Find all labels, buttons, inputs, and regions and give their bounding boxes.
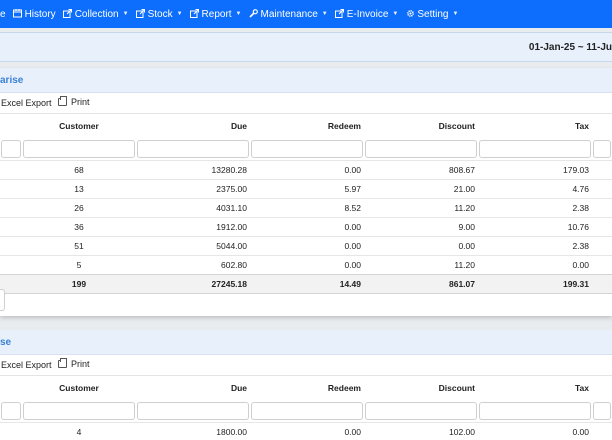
top-navbar: e History Collection ▼ Stock ▼ Report ▼ … bbox=[0, 0, 612, 28]
nav-label: E-Invoice bbox=[346, 8, 389, 20]
history-icon bbox=[13, 8, 23, 20]
caret-down-icon: ▼ bbox=[176, 11, 183, 17]
filter-redeem-input[interactable] bbox=[251, 401, 363, 420]
filter-due-input[interactable] bbox=[137, 401, 249, 420]
filter-input[interactable] bbox=[593, 401, 611, 420]
col-tax[interactable]: Tax bbox=[478, 114, 592, 138]
table-header-row: Customer Due Redeem Discount Tax bbox=[0, 114, 612, 138]
filter-row bbox=[0, 138, 612, 160]
print-label: Print bbox=[71, 359, 90, 369]
print-label: Print bbox=[71, 97, 90, 107]
caret-down-icon: ▼ bbox=[235, 11, 242, 17]
nav-label: Collection bbox=[74, 8, 119, 20]
table-row[interactable]: 36 1912.00 0.00 9.00 10.76 bbox=[0, 216, 612, 236]
filter-tax-input[interactable] bbox=[479, 401, 591, 420]
filter-due-input[interactable] bbox=[137, 139, 249, 158]
nav-label: Stock bbox=[147, 8, 173, 20]
col-discount[interactable]: Discount bbox=[364, 376, 478, 400]
table-row[interactable]: 68 13280.28 0.00 808.67 179.03 bbox=[0, 159, 612, 179]
nav-item-report[interactable]: Report ▼ bbox=[190, 8, 242, 20]
summary-panel: arise Excel Export Print Customer Due Re… bbox=[0, 68, 612, 316]
nav-item-maintenance[interactable]: Maintenance ▼ bbox=[249, 9, 328, 20]
filter-input[interactable] bbox=[1, 139, 21, 158]
filter-input[interactable] bbox=[593, 139, 611, 158]
external-link-icon bbox=[335, 8, 345, 20]
printer-icon bbox=[58, 358, 67, 368]
panel-header: se bbox=[0, 330, 612, 355]
table-toolbar: Excel Export Print bbox=[0, 355, 612, 376]
nav-label: History bbox=[24, 8, 56, 20]
filter-tax-input[interactable] bbox=[479, 139, 591, 158]
table-row[interactable]: 13 2375.00 5.97 21.00 4.76 bbox=[0, 178, 612, 198]
panel-header: arise bbox=[0, 68, 612, 93]
filter-discount-input[interactable] bbox=[365, 401, 477, 420]
table-row[interactable]: 5 602.80 0.00 11.20 0.00 bbox=[0, 254, 612, 274]
panel-title: arise bbox=[0, 75, 24, 86]
print-button[interactable]: Print bbox=[58, 96, 90, 107]
table-toolbar: Excel Export Print bbox=[0, 93, 612, 114]
summary-table: Customer Due Redeem Discount Tax 68 13280… bbox=[0, 114, 612, 294]
print-button[interactable]: Print bbox=[58, 358, 90, 369]
caret-down-icon: ▼ bbox=[452, 11, 459, 17]
page-size-select[interactable] bbox=[0, 289, 5, 311]
external-link-icon bbox=[136, 8, 146, 20]
filter-customer-input[interactable] bbox=[23, 401, 135, 420]
col-due[interactable]: Due bbox=[136, 376, 250, 400]
col-customer[interactable]: Customer bbox=[22, 376, 136, 400]
col-tax[interactable]: Tax bbox=[478, 376, 592, 400]
caret-down-icon: ▼ bbox=[321, 11, 328, 17]
panel-title: se bbox=[0, 337, 12, 348]
table-row[interactable]: 26 4031.10 8.52 11.20 2.38 bbox=[0, 197, 612, 217]
filter-redeem-input[interactable] bbox=[251, 139, 363, 158]
nav-item-e-invoice[interactable]: E-Invoice ▼ bbox=[335, 8, 399, 20]
col-redeem[interactable]: Redeem bbox=[250, 114, 364, 138]
table-row[interactable]: 4 1800.00 0.00 102.00 0.00 bbox=[0, 421, 612, 440]
nav-label: Maintenance bbox=[260, 8, 318, 20]
nav-label: Setting bbox=[417, 8, 449, 20]
col-due[interactable]: Due bbox=[136, 114, 250, 138]
printer-icon bbox=[58, 96, 67, 106]
date-range-bar: 01-Jan-25 ~ 11-Ju bbox=[0, 32, 612, 62]
col-customer[interactable]: Customer bbox=[22, 114, 136, 138]
nav-item-setting[interactable]: Setting ▼ bbox=[405, 9, 458, 20]
nav-item-home[interactable]: e bbox=[0, 9, 6, 20]
nav-item-collection[interactable]: Collection ▼ bbox=[63, 8, 129, 20]
excel-export-button[interactable]: Excel Export bbox=[1, 360, 52, 370]
wrench-icon bbox=[249, 8, 259, 20]
excel-export-button[interactable]: Excel Export bbox=[1, 98, 52, 108]
total-row: 199 27245.18 14.49 861.07 199.31 bbox=[0, 273, 612, 294]
detail-table: Customer Due Redeem Discount Tax 4 1800.0… bbox=[0, 376, 612, 440]
filter-discount-input[interactable] bbox=[365, 139, 477, 158]
col-discount[interactable]: Discount bbox=[364, 114, 478, 138]
nav-label: Report bbox=[201, 8, 232, 20]
nav-label: e bbox=[0, 8, 6, 20]
col-redeem[interactable]: Redeem bbox=[250, 376, 364, 400]
detail-panel: se Excel Export Print Customer Due Redee… bbox=[0, 330, 612, 440]
gear-icon bbox=[405, 9, 415, 20]
caret-down-icon: ▼ bbox=[392, 11, 399, 17]
filter-input[interactable] bbox=[1, 401, 21, 420]
table-row[interactable]: 51 5044.00 0.00 0.00 2.38 bbox=[0, 235, 612, 255]
nav-item-stock[interactable]: Stock ▼ bbox=[136, 8, 183, 20]
filter-customer-input[interactable] bbox=[23, 139, 135, 158]
external-link-icon bbox=[190, 8, 200, 20]
date-range[interactable]: 01-Jan-25 ~ 11-Ju bbox=[529, 42, 612, 53]
caret-down-icon: ▼ bbox=[122, 11, 129, 17]
filter-row bbox=[0, 400, 612, 422]
table-header-row: Customer Due Redeem Discount Tax bbox=[0, 376, 612, 400]
external-link-icon bbox=[63, 8, 73, 20]
nav-item-history[interactable]: History bbox=[13, 8, 56, 20]
